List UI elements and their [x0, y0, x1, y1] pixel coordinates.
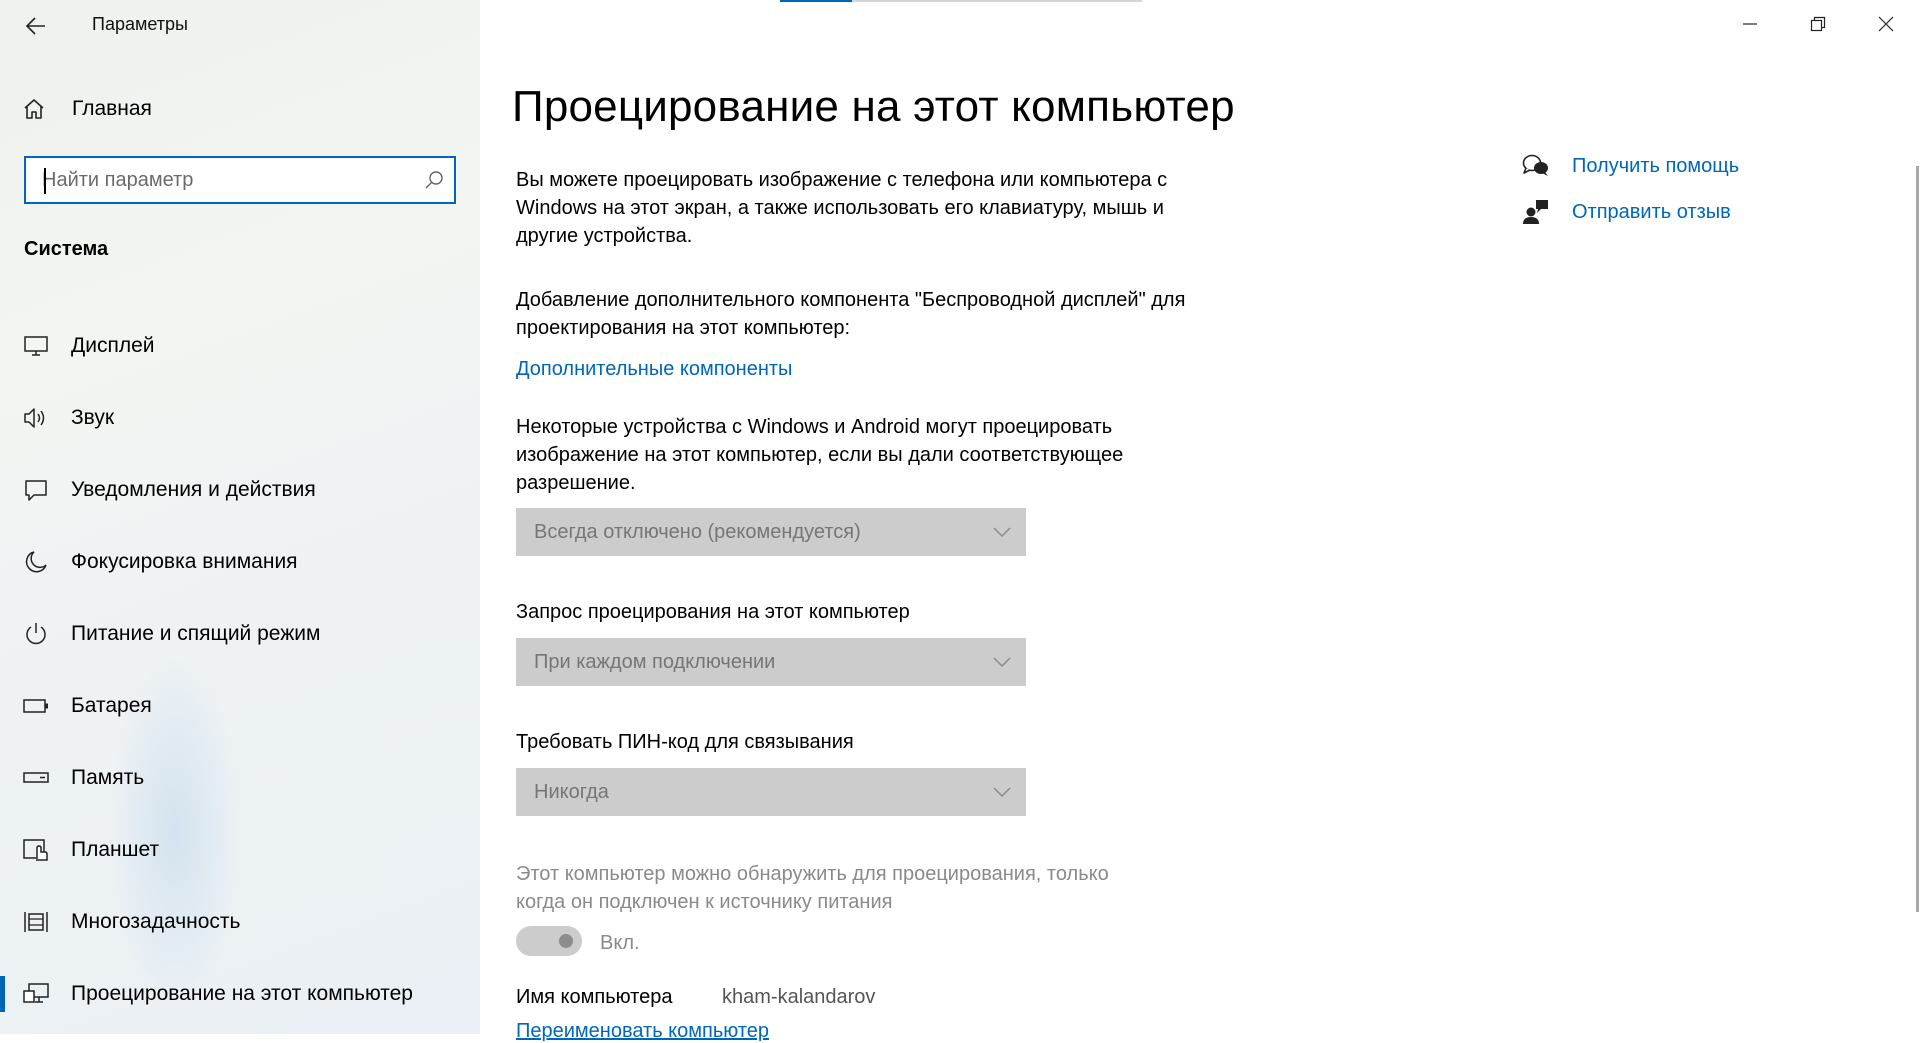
- sidebar-item-label: Память: [71, 766, 145, 789]
- addon-text: Добавление дополнительного компонента "Б…: [516, 289, 1186, 339]
- restore-button[interactable]: [1784, 0, 1852, 48]
- sidebar-item-label: Проецирование на этот компьютер: [71, 982, 413, 1005]
- send-feedback-label: Отправить отзыв: [1572, 200, 1731, 223]
- chevron-down-icon: [993, 787, 1011, 798]
- moon-icon: [22, 548, 50, 576]
- chevron-down-icon: [993, 657, 1011, 668]
- send-feedback-link[interactable]: Отправить отзыв: [1522, 197, 1731, 227]
- permission-dropdown-value: Всегда отключено (рекомендуется): [534, 520, 861, 543]
- page-title: Проецирование на этот компьютер: [512, 82, 1235, 131]
- projecting-icon: [22, 980, 50, 1008]
- rename-pc-link[interactable]: Переименовать компьютер: [516, 1020, 769, 1043]
- notification-icon: [22, 476, 50, 504]
- power-toggle[interactable]: [516, 926, 582, 956]
- permission-text: Некоторые устройства с Windows и Android…: [516, 416, 1124, 494]
- get-help-link[interactable]: Получить помощь: [1522, 151, 1739, 181]
- storage-icon: [22, 764, 50, 792]
- search-input[interactable]: [26, 158, 414, 202]
- pin-label: Требовать ПИН-код для связывания: [516, 731, 854, 753]
- pin-dropdown-value: Никогда: [534, 780, 609, 803]
- tablet-icon: [22, 836, 50, 864]
- request-dropdown[interactable]: При каждом подключении: [516, 638, 1026, 686]
- sidebar-item-label: Уведомления и действия: [71, 478, 316, 501]
- nav-home[interactable]: Главная: [22, 94, 152, 124]
- sidebar-item-multitasking[interactable]: Многозадачность: [0, 886, 480, 958]
- sidebar-item-power[interactable]: Питание и спящий режим: [0, 598, 480, 670]
- back-button[interactable]: [20, 10, 52, 42]
- home-icon: [24, 99, 44, 119]
- sidebar-item-label: Многозадачность: [71, 910, 241, 933]
- sidebar: Параметры Главная Система Дисплей Звук У…: [0, 0, 480, 1034]
- sidebar-item-label: Дисплей: [71, 334, 155, 357]
- close-button[interactable]: [1852, 0, 1920, 48]
- pin-dropdown[interactable]: Никогда: [516, 768, 1026, 816]
- sidebar-item-display[interactable]: Дисплей: [0, 310, 480, 382]
- battery-icon: [22, 692, 50, 720]
- power-toggle-label: Вкл.: [600, 932, 640, 954]
- search-icon[interactable]: [414, 158, 454, 202]
- multitasking-icon: [22, 908, 50, 936]
- top-progress-line: [780, 0, 1142, 2]
- sidebar-item-focus[interactable]: Фокусировка внимания: [0, 526, 480, 598]
- sidebar-item-label: Питание и спящий режим: [71, 622, 321, 645]
- sidebar-item-battery[interactable]: Батарея: [0, 670, 480, 742]
- power-icon: [22, 620, 50, 648]
- sidebar-item-tablet[interactable]: Планшет: [0, 814, 480, 886]
- chevron-down-icon: [993, 527, 1011, 538]
- search-box[interactable]: [24, 156, 456, 204]
- sidebar-item-projecting[interactable]: Проецирование на этот компьютер: [0, 958, 480, 1030]
- sidebar-item-label: Планшет: [71, 838, 160, 861]
- minimize-icon: [1743, 23, 1757, 25]
- restore-icon: [1810, 16, 1826, 32]
- sidebar-item-label: Фокусировка внимания: [71, 550, 298, 573]
- close-icon: [1878, 16, 1894, 32]
- sidebar-item-label: Звук: [71, 406, 115, 429]
- sidebar-item-notifications[interactable]: Уведомления и действия: [0, 454, 480, 526]
- top-progress-indicator: [780, 0, 852, 2]
- app-title: Параметры: [92, 14, 188, 34]
- sidebar-item-sound[interactable]: Звук: [0, 382, 480, 454]
- speaker-icon: [22, 404, 50, 432]
- nav-list: Дисплей Звук Уведомления и действия Фоку…: [0, 310, 480, 1030]
- request-dropdown-value: При каждом подключении: [534, 650, 776, 673]
- text-caret: [44, 168, 46, 194]
- sidebar-item-storage[interactable]: Память: [0, 742, 480, 814]
- intro-text: Вы можете проецировать изображение с тел…: [516, 169, 1168, 247]
- permission-dropdown[interactable]: Всегда отключено (рекомендуется): [516, 508, 1026, 556]
- get-help-label: Получить помощь: [1572, 154, 1740, 177]
- toggle-knob: [559, 934, 573, 948]
- minimize-button[interactable]: [1716, 0, 1784, 48]
- sidebar-item-label: Батарея: [71, 694, 152, 717]
- chat-help-icon: [1522, 152, 1550, 180]
- back-arrow-icon: [26, 17, 45, 35]
- feedback-person-icon: [1522, 198, 1550, 226]
- scrollbar[interactable]: [1916, 166, 1919, 912]
- section-title: Система: [24, 238, 109, 260]
- pc-name-label: Имя компьютера: [516, 986, 673, 1008]
- request-label: Запрос проецирования на этот компьютер: [516, 601, 910, 623]
- power-text: Этот компьютер можно обнаружить для прое…: [516, 863, 1109, 913]
- home-label: Главная: [72, 97, 152, 120]
- monitor-icon: [22, 332, 50, 360]
- pc-name-value: kham-kalandarov: [722, 986, 876, 1008]
- optional-features-link[interactable]: Дополнительные компоненты: [516, 358, 792, 381]
